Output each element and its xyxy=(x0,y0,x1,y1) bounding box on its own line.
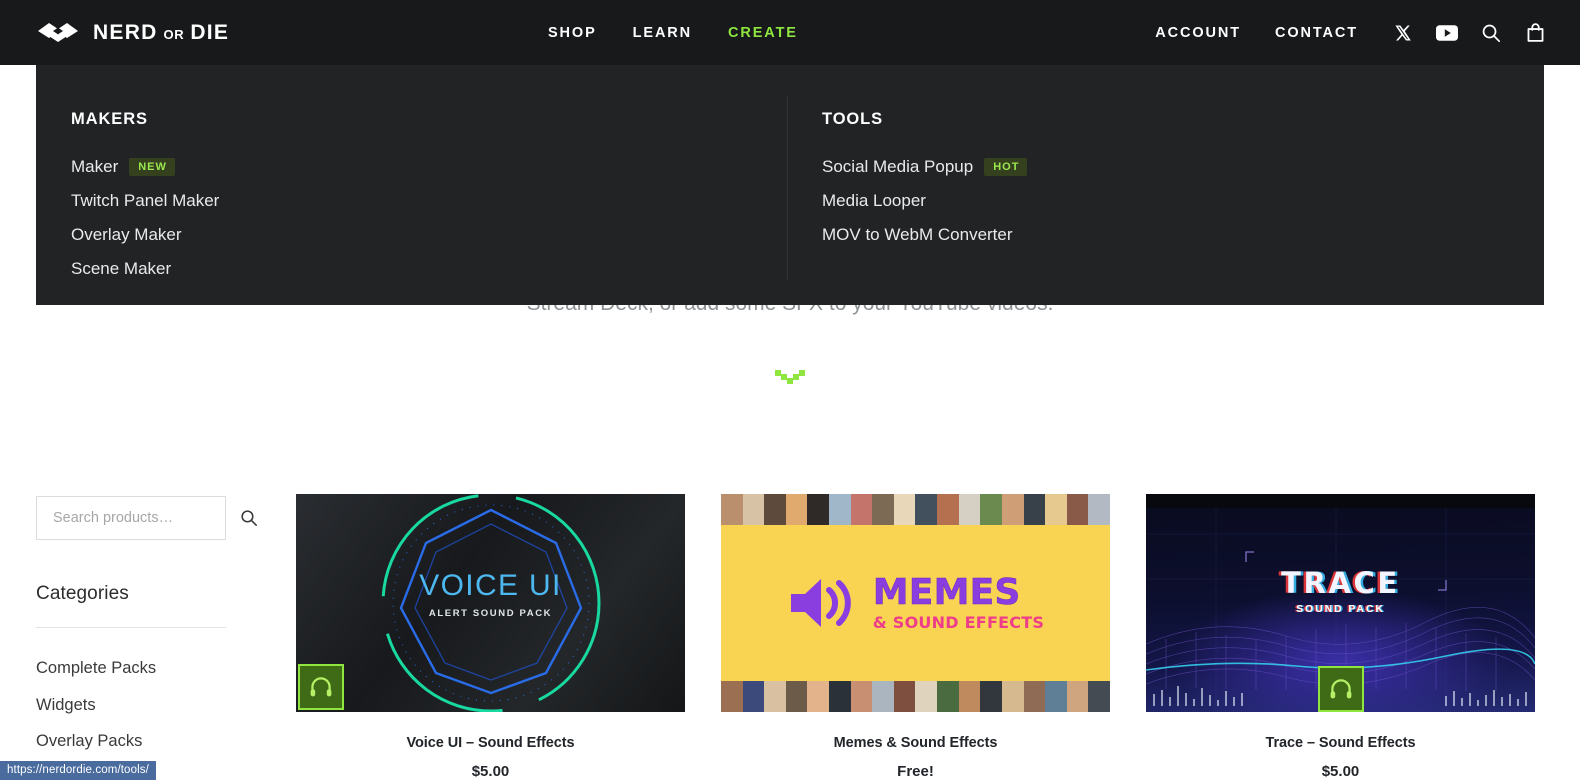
speaker-icon xyxy=(790,579,851,627)
product-title[interactable]: Trace – Sound Effects xyxy=(1146,735,1535,751)
product-title[interactable]: Voice UI – Sound Effects xyxy=(296,735,685,751)
menu-item-label: Social Media Popup xyxy=(822,157,974,176)
new-badge: NEW xyxy=(129,157,175,177)
product-art-text: TRACE SOUND PACK xyxy=(1146,566,1535,615)
logo-word-die: DIE xyxy=(190,20,230,44)
menu-item-label: Maker xyxy=(71,157,119,176)
menu-item-mov-to-webm-converter[interactable]: MOV to WebM Converter xyxy=(822,218,1027,252)
menu-item-label: Twitch Panel Maker xyxy=(71,191,220,210)
site-header: NERD OR DIE SHOP LEARN CREATE ACCOUNT CONT… xyxy=(0,0,1580,65)
tools-heading: TOOLS xyxy=(822,110,884,128)
nav-item-account[interactable]: ACCOUNT xyxy=(1155,25,1241,41)
headphones-icon[interactable] xyxy=(1317,666,1364,712)
menu-item-label: Scene Maker xyxy=(71,259,172,278)
nav-item-shop[interactable]: SHOP xyxy=(548,25,597,41)
menu-item-scene-maker[interactable]: Scene Maker xyxy=(71,252,788,286)
category-item-overlay-packs[interactable]: Overlay Packs xyxy=(36,723,226,760)
nav-item-contact[interactable]: CONTACT xyxy=(1275,25,1358,41)
product-artwork-bottom xyxy=(721,681,1110,712)
menu-item-label: Media Looper xyxy=(822,191,926,210)
makers-heading: MAKERS xyxy=(71,110,148,128)
product-title[interactable]: Memes & Sound Effects xyxy=(721,735,1110,751)
primary-nav: SHOP LEARN CREATE xyxy=(548,0,834,65)
product-artwork xyxy=(721,494,1110,525)
product-card[interactable]: MEMES & SOUND EFFECTS Memes & Sound Effe… xyxy=(721,494,1110,780)
menu-item-label: MOV to WebM Converter xyxy=(822,225,1013,244)
product-art-title: TRACE xyxy=(1281,565,1400,600)
categories-divider xyxy=(36,627,226,628)
secondary-nav: ACCOUNT CONTACT xyxy=(1155,0,1546,65)
category-list: Complete Packs Widgets Overlay Packs xyxy=(36,650,226,760)
categories-title: Categories xyxy=(36,583,129,604)
menu-item-social-media-popup[interactable]: Social Media Popup HOT xyxy=(822,150,1028,184)
logo-wordmark: NERD OR DIE xyxy=(93,21,229,45)
search-icon[interactable] xyxy=(1480,22,1502,44)
product-art-subtitle: & SOUND EFFECTS xyxy=(872,613,1045,632)
menu-item-maker[interactable]: Maker NEW xyxy=(71,150,788,184)
product-art-subtitle: ALERT SOUND PACK xyxy=(428,608,553,620)
category-item-complete-packs[interactable]: Complete Packs xyxy=(36,650,226,687)
product-art-text: MEMES & SOUND EFFECTS xyxy=(872,572,1045,632)
hot-badge: HOT xyxy=(984,157,1028,177)
product-price: Free! xyxy=(897,763,934,780)
shopping-bag-icon[interactable] xyxy=(1524,22,1546,44)
logo-word-or: OR xyxy=(163,26,185,42)
menu-item-label: Overlay Maker xyxy=(71,225,182,244)
product-card[interactable]: VOICE UI ALERT SOUND PACK Voice UI – Sou… xyxy=(296,494,685,780)
product-price: $5.00 xyxy=(1321,763,1360,780)
product-search[interactable] xyxy=(36,496,257,540)
mega-menu-column-makers: MAKERS Maker NEW Twitch Panel Maker Over… xyxy=(36,65,788,305)
product-art-text: VOICE UI ALERT SOUND PACK xyxy=(296,569,685,619)
product-art-subtitle: SOUND PACK xyxy=(1296,602,1385,615)
product-art-panel: MEMES & SOUND EFFECTS xyxy=(721,525,1110,681)
menu-item-overlay-maker[interactable]: Overlay Maker xyxy=(71,218,788,252)
logo-word-nerd: NERD xyxy=(93,20,158,44)
product-thumbnail[interactable]: TRACE SOUND PACK xyxy=(1146,494,1535,712)
create-mega-menu: MAKERS Maker NEW Twitch Panel Maker Over… xyxy=(36,65,1544,305)
x-twitter-icon[interactable] xyxy=(1392,22,1414,44)
product-thumbnail[interactable]: VOICE UI ALERT SOUND PACK xyxy=(296,494,685,712)
link-status-bar: https://nerdordie.com/tools/ xyxy=(0,761,156,780)
product-art-title: VOICE UI xyxy=(419,569,562,603)
nerd-or-die-logo-icon xyxy=(36,18,80,48)
headphones-icon[interactable] xyxy=(298,664,344,710)
youtube-icon[interactable] xyxy=(1436,22,1458,44)
product-art-title: MEMES xyxy=(872,572,1021,613)
product-grid: VOICE UI ALERT SOUND PACK Voice UI – Sou… xyxy=(296,494,1535,780)
site-logo[interactable]: NERD OR DIE xyxy=(36,18,229,48)
chevron-down-icon[interactable] xyxy=(775,368,805,393)
nav-item-create[interactable]: CREATE xyxy=(728,25,798,41)
product-card[interactable]: TRACE SOUND PACK Trace – Sound Effects $… xyxy=(1146,494,1535,780)
search-icon[interactable] xyxy=(240,509,258,527)
product-thumbnail[interactable]: MEMES & SOUND EFFECTS xyxy=(721,494,1110,712)
mega-menu-column-tools: TOOLS Social Media Popup HOT Media Loope… xyxy=(788,65,1028,305)
menu-item-twitch-panel-maker[interactable]: Twitch Panel Maker xyxy=(71,184,788,218)
nav-item-learn[interactable]: LEARN xyxy=(633,25,692,41)
shop-sidebar: Categories Complete Packs Widgets Overla… xyxy=(36,496,257,760)
category-item-widgets[interactable]: Widgets xyxy=(36,687,226,724)
page-root: NERD OR DIE SHOP LEARN CREATE ACCOUNT CONT… xyxy=(0,0,1580,780)
menu-item-media-looper[interactable]: Media Looper xyxy=(822,184,1027,218)
search-input[interactable] xyxy=(53,510,240,526)
product-price: $5.00 xyxy=(471,763,510,780)
